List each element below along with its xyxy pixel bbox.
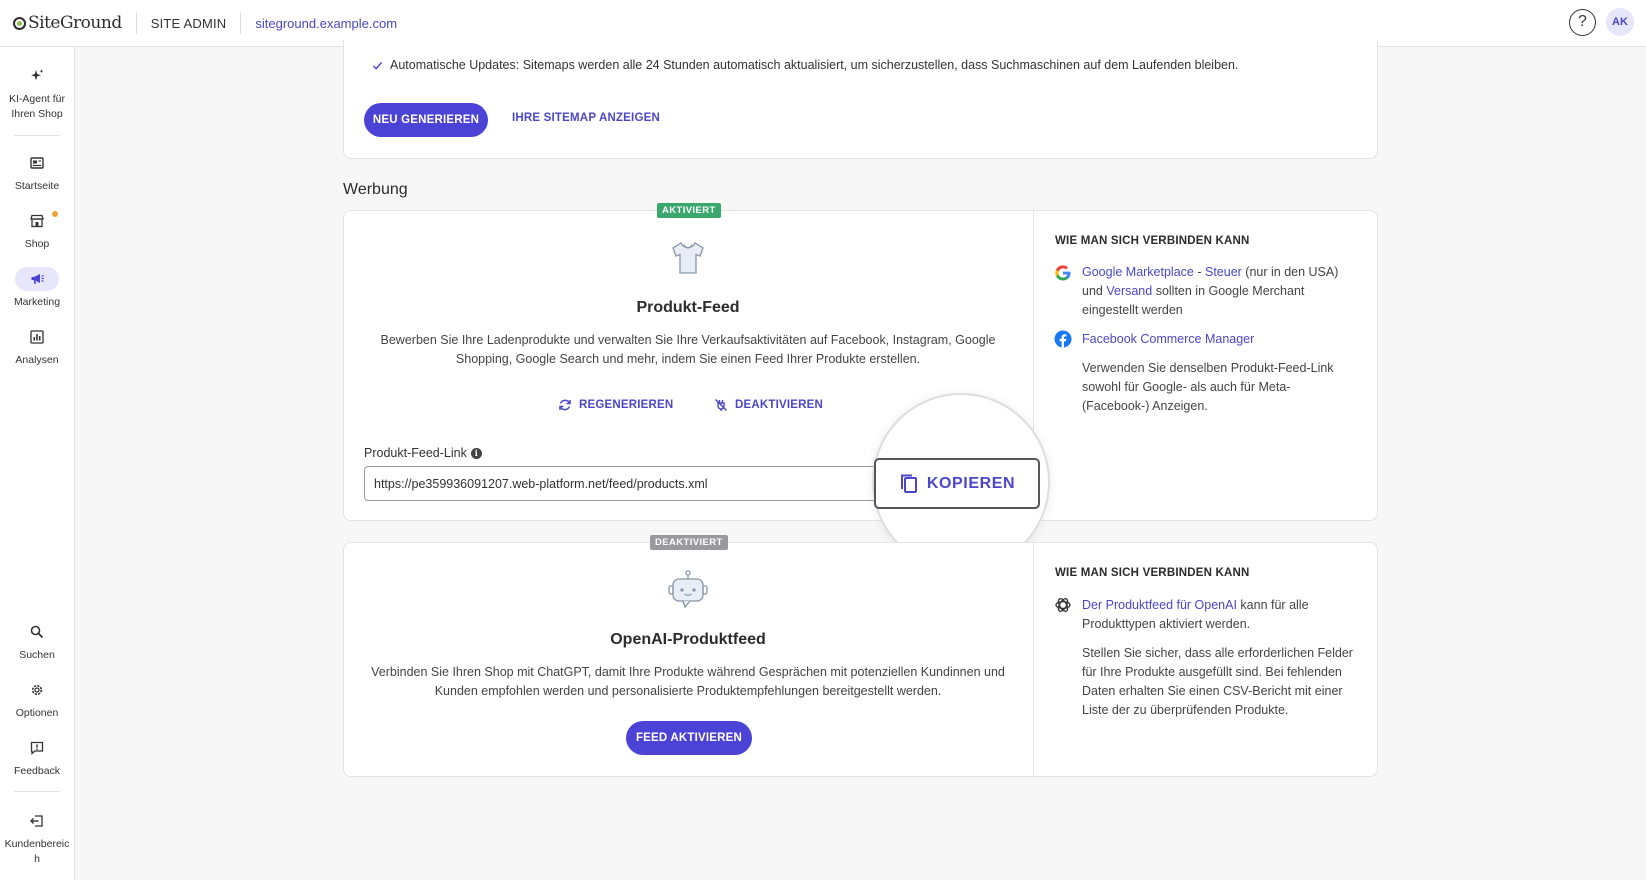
feed-link-label-text: Produkt-Feed-Link bbox=[364, 446, 467, 460]
sidebar-divider bbox=[14, 791, 60, 792]
refresh-icon bbox=[559, 399, 571, 411]
search-icon bbox=[15, 620, 59, 644]
openai-connect-text: Der Produktfeed für OpenAI kann für alle… bbox=[1082, 596, 1352, 634]
openai-feed-title: OpenAI-Produktfeed bbox=[610, 631, 766, 648]
feedback-icon bbox=[15, 736, 59, 760]
gear-icon bbox=[15, 678, 59, 702]
openai-icon bbox=[1055, 598, 1071, 612]
robot-icon bbox=[668, 570, 708, 609]
view-sitemap-link[interactable]: IHRE SITEMAP ANZEIGEN bbox=[512, 112, 660, 124]
site-admin-label: SITE ADMIN bbox=[150, 15, 227, 31]
sidebar-item-analysen[interactable]: Analysen bbox=[0, 325, 74, 368]
copy-icon bbox=[900, 474, 917, 493]
topbar-divider bbox=[240, 12, 242, 34]
facebook-icon bbox=[1054, 330, 1072, 348]
sidebar-item-kundenbereich[interactable]: Kundenbereich bbox=[0, 809, 74, 867]
auto-update-row: Automatische Updates: Sitemaps werden al… bbox=[372, 58, 1238, 72]
sidebar: KI-Agent für Ihren Shop Startseite Shop … bbox=[0, 47, 75, 880]
dashboard-icon bbox=[15, 151, 59, 175]
domain-link[interactable]: siteground.example.com bbox=[255, 16, 397, 31]
regenerate-feed-button[interactable]: REGENERIEREN bbox=[558, 398, 673, 412]
help-button[interactable]: ? bbox=[1569, 8, 1596, 36]
sidebar-item-ai-agent[interactable]: KI-Agent für Ihren Shop bbox=[0, 64, 74, 122]
sidebar-item-label: Optionen bbox=[15, 707, 59, 719]
regenerate-sitemap-button[interactable]: NEU GENERIEREN bbox=[364, 103, 488, 137]
google-tax-link[interactable]: Steuer bbox=[1205, 265, 1242, 279]
google-connect-text: Google Marketplace - Steuer (nur in den … bbox=[1082, 263, 1352, 320]
sidebar-item-optionen[interactable]: Optionen bbox=[0, 678, 74, 721]
topbar-actions: ? AK bbox=[1569, 8, 1634, 36]
user-avatar[interactable]: AK bbox=[1606, 8, 1634, 36]
sparkle-icon bbox=[15, 64, 59, 88]
status-badge-activated: AKTIVIERT bbox=[657, 203, 721, 218]
openai-note: Stellen Sie sicher, dass alle erforderli… bbox=[1082, 646, 1353, 717]
sidebar-item-label: Analysen bbox=[15, 354, 59, 366]
siteground-logo[interactable]: SiteGround bbox=[13, 13, 122, 33]
deactivate-feed-label: DEAKTIVIEREN bbox=[735, 399, 824, 411]
deactivate-feed-button[interactable]: DEAKTIVIEREN bbox=[714, 398, 823, 412]
notification-dot bbox=[52, 211, 58, 217]
sidebar-divider bbox=[14, 135, 60, 136]
feed-link-label: Produkt-Feed-Link i bbox=[364, 446, 482, 460]
activate-feed-button[interactable]: FEED AKTIVIEREN bbox=[626, 721, 752, 755]
section-title-werbung: Werbung bbox=[343, 181, 408, 198]
sidebar-item-label: KI-Agent für Ihren Shop bbox=[8, 93, 66, 120]
sidebar-item-shop[interactable]: Shop bbox=[0, 209, 74, 252]
sidebar-item-marketing[interactable]: Marketing bbox=[0, 267, 74, 310]
google-shipping-link[interactable]: Versand bbox=[1106, 284, 1152, 298]
google-icon bbox=[1055, 265, 1071, 281]
sidebar-item-feedback[interactable]: Feedback bbox=[0, 736, 74, 779]
regenerate-feed-label: REGENERIEREN bbox=[579, 399, 674, 411]
check-icon bbox=[372, 61, 383, 70]
logo-text: SiteGround bbox=[28, 13, 122, 33]
google-dash: - bbox=[1193, 265, 1205, 279]
facebook-connect-link[interactable]: Facebook Commerce Manager bbox=[1082, 330, 1352, 349]
chart-icon bbox=[15, 325, 59, 349]
openai-feed-link[interactable]: Der Produktfeed für OpenAI bbox=[1082, 598, 1237, 612]
connect-heading: WIE MAN SICH VERBINDEN KANN bbox=[1055, 567, 1250, 579]
sidebar-item-label: Kundenbereich bbox=[4, 838, 70, 865]
copy-button[interactable]: KOPIEREN bbox=[874, 458, 1040, 509]
exit-icon bbox=[15, 809, 59, 833]
sidebar-item-label: Startseite bbox=[14, 180, 60, 192]
feed-link-input[interactable] bbox=[364, 466, 876, 501]
sidebar-item-label: Shop bbox=[24, 238, 50, 250]
openai-feed-description: Verbinden Sie Ihren Shop mit ChatGPT, da… bbox=[371, 665, 1005, 698]
feed-link-note: Verwenden Sie denselben Produkt-Feed-Lin… bbox=[1082, 361, 1334, 413]
status-badge-deactivated: DEAKTIVIERT bbox=[650, 535, 728, 550]
sidebar-item-label: Suchen bbox=[19, 649, 55, 661]
product-feed-title: Produkt-Feed bbox=[636, 299, 740, 316]
card-divider bbox=[1033, 543, 1034, 776]
sidebar-item-label: Marketing bbox=[13, 296, 61, 308]
plug-off-icon bbox=[715, 399, 727, 411]
facebook-commerce-manager-link[interactable]: Facebook Commerce Manager bbox=[1082, 332, 1254, 346]
connect-heading: WIE MAN SICH VERBINDEN KANN bbox=[1055, 235, 1250, 247]
sidebar-item-label: Feedback bbox=[13, 765, 61, 777]
copy-button-label: KOPIEREN bbox=[926, 474, 1016, 492]
sidebar-item-startseite[interactable]: Startseite bbox=[0, 151, 74, 194]
info-icon[interactable]: i bbox=[470, 447, 482, 459]
auto-update-text: Automatische Updates: Sitemaps werden al… bbox=[390, 58, 1239, 72]
topbar-divider bbox=[135, 12, 137, 34]
google-marketplace-link[interactable]: Google Marketplace bbox=[1082, 265, 1194, 279]
product-feed-description: Bewerben Sie Ihre Ladenprodukte und verw… bbox=[380, 333, 996, 366]
logo-mark-icon bbox=[13, 16, 26, 30]
megaphone-icon bbox=[15, 267, 59, 291]
sidebar-item-suchen[interactable]: Suchen bbox=[0, 620, 74, 663]
tshirt-icon bbox=[672, 242, 704, 274]
